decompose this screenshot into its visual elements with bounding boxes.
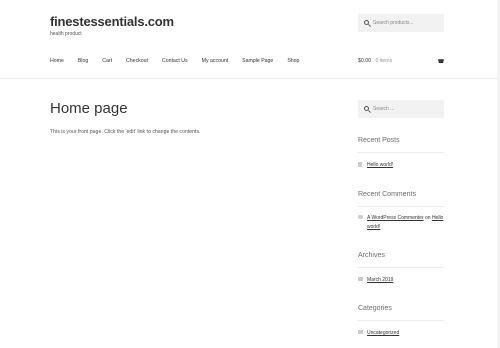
recent-post-link[interactable]: Hello world! [367, 161, 445, 170]
folder-icon [358, 277, 363, 281]
recent-comment-text: A WordPress Commenter on Hello world! [367, 214, 445, 232]
search-icon [364, 106, 369, 111]
header-cart[interactable]: $0.00 0 items [358, 58, 444, 64]
nav-item-cart[interactable]: Cart [102, 58, 112, 64]
header-product-search[interactable]: Search products... [358, 14, 444, 32]
archive-link[interactable]: March 2019 [367, 276, 445, 285]
primary-navigation: Home Blog Cart Checkout Contact Us My ac… [50, 58, 313, 64]
categories-title: Categories [358, 305, 392, 312]
archives-title: Archives [358, 252, 385, 259]
document-icon [358, 162, 362, 167]
comment-on-text: on [424, 215, 431, 221]
recent-posts-title: Recent Posts [358, 137, 400, 144]
nav-item-my-account[interactable]: My account [202, 58, 229, 64]
search-icon [364, 20, 369, 25]
page-content: This is your front page. Click the 'edit… [50, 129, 201, 135]
folder-icon [358, 330, 363, 334]
widget-divider [358, 267, 444, 268]
page-title: Home page [50, 100, 128, 117]
nav-item-sample-page[interactable]: Sample Page [242, 58, 273, 64]
widget-divider [358, 320, 444, 321]
widget-divider [358, 206, 444, 207]
site-tagline: health product [50, 31, 82, 37]
basket-icon[interactable] [438, 59, 444, 63]
nav-item-checkout[interactable]: Checkout [126, 58, 148, 64]
header-divider [0, 78, 500, 79]
site-header: finestessentials.com health product Sear… [0, 0, 500, 78]
site-title[interactable]: finestessentials.com [50, 14, 174, 29]
sidebar-search[interactable]: Search ... [358, 100, 444, 118]
sidebar-search-input[interactable]: Search ... [373, 106, 394, 112]
comment-author-link[interactable]: A WordPress Commenter [367, 215, 424, 221]
recent-comments-title: Recent Comments [358, 191, 416, 198]
widget-divider [358, 152, 444, 153]
comment-icon [358, 215, 363, 219]
nav-item-home[interactable]: Home [50, 58, 64, 64]
cart-amount: $0.00 [358, 58, 371, 64]
nav-item-contact-us[interactable]: Contact Us [162, 58, 188, 64]
cart-item-count: 0 items [375, 58, 393, 64]
header-search-input[interactable]: Search products... [373, 20, 414, 26]
nav-item-shop[interactable]: Shop [287, 58, 299, 64]
nav-item-blog[interactable]: Blog [78, 58, 88, 64]
category-link[interactable]: Uncategorized [367, 329, 445, 338]
